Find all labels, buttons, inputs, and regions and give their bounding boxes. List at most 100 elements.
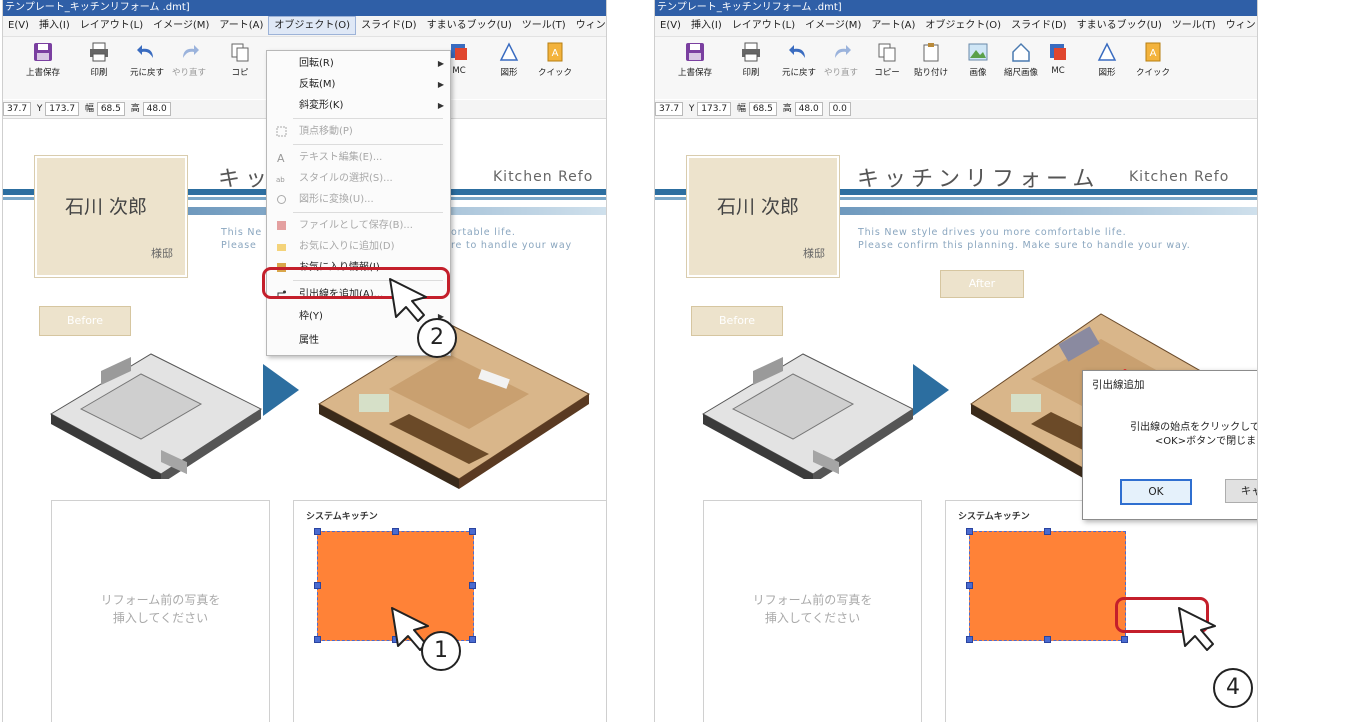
before-photo-placeholder[interactable]: リフォーム前の写真を 挿入してください: [51, 500, 270, 722]
menu-smile-book[interactable]: すまいるブック(U): [422, 16, 517, 36]
mouse-pointer-icon: [389, 278, 427, 322]
mc-button[interactable]: MC: [1043, 41, 1073, 76]
before-floorplan-image[interactable]: [41, 324, 271, 479]
menu-smile-book[interactable]: すまいるブック(U): [1072, 16, 1167, 36]
overwrite-save-button[interactable]: 上書保存: [675, 41, 715, 78]
selection-handle[interactable]: [392, 528, 399, 535]
rotation-field[interactable]: 0.0: [828, 101, 851, 116]
menu-image[interactable]: イメージ(M): [800, 16, 866, 36]
redo-button[interactable]: やり直す: [169, 41, 209, 78]
menu-bar: E(V) 挿入(I) レイアウト(L) イメージ(M) アート(A) オブジェクト(O) ス…: [3, 16, 606, 37]
selection-handle[interactable]: [314, 582, 321, 589]
print-button[interactable]: 印刷: [79, 41, 119, 78]
menu-item-convert-shape[interactable]: 図形に変換(U)...: [267, 189, 450, 210]
menu-item-select-style[interactable]: ab スタイルの選択(S)...: [267, 168, 450, 189]
quick-button[interactable]: A クイック: [1133, 41, 1173, 78]
print-button[interactable]: 印刷: [731, 41, 771, 78]
menu-tool[interactable]: ツール(T): [1167, 16, 1221, 36]
menu-item-save-as-file[interactable]: ファイルとして保存(B)...: [267, 215, 450, 236]
menu-item-move-vertex[interactable]: 頂点移動(P): [267, 121, 450, 142]
redo-button[interactable]: やり直す: [821, 41, 861, 78]
y-label: Y: [36, 104, 43, 114]
copy-button[interactable]: コピ: [229, 41, 251, 78]
client-name-card[interactable]: 石川 次郎 様邸: [35, 156, 187, 277]
selection-handle[interactable]: [469, 636, 476, 643]
menu-art[interactable]: アート(A): [214, 16, 268, 36]
image-label: 画像: [969, 68, 987, 78]
selection-handle[interactable]: [966, 582, 973, 589]
cancel-button[interactable]: キャンセル: [1225, 479, 1257, 503]
undo-button[interactable]: 元に戻す: [127, 41, 167, 78]
menu-view[interactable]: E(V): [655, 16, 686, 36]
overwrite-save-label: 上書保存: [677, 68, 712, 78]
width-field[interactable]: 68.5: [748, 101, 777, 116]
selection-handle[interactable]: [314, 528, 321, 535]
menu-insert[interactable]: 挿入(I): [686, 16, 727, 36]
add-favorite-label: お気に入りに追加(D): [299, 241, 395, 252]
menu-art[interactable]: アート(A): [866, 16, 920, 36]
menu-layout[interactable]: レイアウト(L): [727, 16, 800, 36]
tagline-lead: This Ne Please: [221, 226, 262, 252]
y-field[interactable]: 173.7: [697, 101, 732, 116]
dialog-message-line-2: <OK>ボタンで閉じます。: [1154, 436, 1257, 447]
shape-button[interactable]: 図形: [489, 41, 529, 78]
menu-slide[interactable]: スライド(D): [356, 16, 422, 36]
copy-button[interactable]: コピー: [867, 41, 907, 78]
menu-image[interactable]: イメージ(M): [148, 16, 214, 36]
paste-button[interactable]: 貼り付け: [911, 41, 951, 78]
shape-button[interactable]: 図形: [1087, 41, 1127, 78]
image-button[interactable]: 画像: [958, 41, 998, 78]
selection-handle[interactable]: [469, 582, 476, 589]
menu-tool[interactable]: ツール(T): [517, 16, 571, 36]
x-field[interactable]: 37.7: [3, 101, 32, 116]
ok-button[interactable]: OK: [1120, 479, 1192, 505]
menu-layout[interactable]: レイアウト(L): [75, 16, 148, 36]
menu-item-edit-text[interactable]: A テキスト編集(E)...: [267, 147, 450, 168]
menu-item-skew[interactable]: 斜変形(K) ▶: [267, 95, 450, 116]
save-as-file-label: ファイルとして保存(B)...: [299, 220, 413, 231]
system-kitchen-box[interactable]: システムキッチン: [293, 500, 606, 722]
document-title-en: Kitchen Refo: [493, 169, 594, 185]
menu-item-flip[interactable]: 反転(M) ▶: [267, 74, 450, 95]
height-field[interactable]: 48.0: [794, 101, 823, 116]
y-field[interactable]: 173.7: [45, 101, 80, 116]
svg-text:A: A: [1150, 48, 1157, 59]
mc-icon: [451, 44, 467, 60]
menu-item-rotate[interactable]: 回転(R) ▶: [267, 53, 450, 74]
menu-window[interactable]: ウィンドウ(W: [571, 16, 606, 36]
menu-separator: [293, 118, 443, 119]
client-name: 石川 次郎: [717, 196, 800, 218]
selection-handle[interactable]: [966, 528, 973, 535]
selection-handle[interactable]: [1121, 636, 1128, 643]
menu-object[interactable]: オブジェクト(O): [268, 16, 357, 35]
printer-icon: [90, 42, 108, 62]
selection-handle[interactable]: [966, 636, 973, 643]
menu-insert[interactable]: 挿入(I): [34, 16, 75, 36]
menu-window[interactable]: ウィンドウ(W: [1221, 16, 1257, 36]
x-field[interactable]: 37.7: [655, 101, 684, 116]
selection-handle[interactable]: [1044, 528, 1051, 535]
menu-slide[interactable]: スライド(D): [1006, 16, 1072, 36]
menu-view[interactable]: E(V): [3, 16, 34, 36]
step-1-marker: 1: [421, 631, 461, 671]
convert-shape-icon: [277, 195, 286, 204]
menu-item-add-favorite[interactable]: お気に入りに追加(D): [267, 236, 450, 257]
undo-button[interactable]: 元に戻す: [779, 41, 819, 78]
before-photo-placeholder[interactable]: リフォーム前の写真を 挿入してください: [703, 500, 922, 722]
client-name-card[interactable]: 石川 次郎 様邸: [687, 156, 839, 277]
window-title: テンプレート_キッチンリフォーム .dmt]: [3, 0, 606, 16]
selection-handle[interactable]: [469, 528, 476, 535]
scaled-image-button[interactable]: 縮尺画像: [1001, 41, 1041, 78]
overwrite-save-button[interactable]: 上書保存: [23, 41, 63, 78]
undo-icon: [789, 45, 805, 58]
quick-button[interactable]: A クイック: [535, 41, 575, 78]
menu-object[interactable]: オブジェクト(O): [920, 16, 1006, 36]
selection-handle[interactable]: [1044, 636, 1051, 643]
before-floorplan-image[interactable]: [693, 324, 923, 479]
height-field[interactable]: 48.0: [142, 101, 171, 116]
selection-handle[interactable]: [314, 636, 321, 643]
image-icon: [968, 43, 988, 61]
undo-label: 元に戻す: [129, 68, 164, 78]
width-field[interactable]: 68.5: [96, 101, 125, 116]
selected-orange-rectangle[interactable]: [969, 531, 1126, 641]
